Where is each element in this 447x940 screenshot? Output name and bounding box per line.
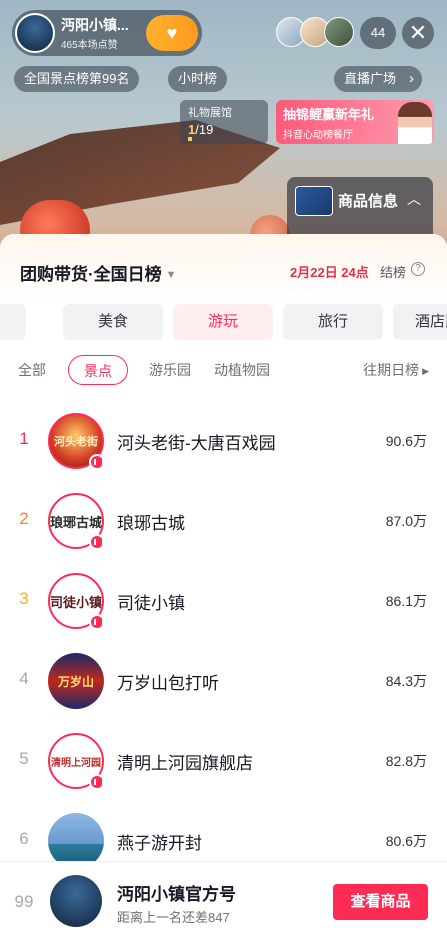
host-avatar[interactable] bbox=[15, 13, 55, 53]
item-name: 琅琊古城 bbox=[117, 514, 185, 533]
my-account-name: 沔阳小镇官方号 bbox=[117, 885, 236, 904]
avatar[interactable] bbox=[50, 875, 102, 927]
item-name: 司徒小镇 bbox=[117, 594, 185, 613]
close-icon: ✕ bbox=[408, 20, 428, 45]
host-likes: 465本场点赞 bbox=[61, 40, 118, 51]
list-item[interactable]: 2 琅琊古城 琅琊古城 87.0万 bbox=[0, 481, 447, 561]
sub-tab-zoo-botanical[interactable]: 动植物园 bbox=[214, 355, 270, 385]
sheet-header: 团购带货·全国日榜 ▼ 2月22日 24点 结榜 ? bbox=[0, 234, 447, 304]
live-indicator-icon bbox=[89, 774, 105, 790]
item-name: 燕子游开封 bbox=[117, 834, 202, 853]
list-item[interactable]: 3 司徒小镇 司徒小镇 86.1万 bbox=[0, 561, 447, 641]
tab-hotel[interactable]: 酒店民 bbox=[393, 304, 447, 340]
chevron-right-icon: › bbox=[409, 70, 415, 87]
logo-text: 河头老街 bbox=[54, 436, 98, 448]
host-text: 沔阳小镇... 465本场点赞 bbox=[61, 15, 149, 51]
viewer-avatars[interactable] bbox=[276, 17, 354, 49]
gift-hall-progress-bar bbox=[188, 137, 192, 141]
host-name: 沔阳小镇... bbox=[61, 17, 129, 33]
rank-number: 5 bbox=[19, 749, 29, 768]
live-indicator-icon bbox=[89, 534, 105, 550]
list-item[interactable]: 4 万岁山 万岁山包打听 84.3万 bbox=[0, 641, 447, 721]
item-amount: 86.1万 bbox=[385, 593, 427, 609]
tab-category[interactable]: 榜 bbox=[0, 304, 26, 340]
sub-tab-scenic[interactable]: 景点 bbox=[68, 355, 128, 385]
rank-number: 2 bbox=[19, 509, 29, 528]
item-amount: 90.6万 bbox=[385, 433, 427, 449]
logo-text: 司徒小镇 bbox=[50, 594, 103, 610]
rank-number: 6 bbox=[19, 829, 29, 848]
tab-play[interactable]: 游玩 bbox=[173, 304, 273, 340]
product-info-card[interactable]: 商品信息 ︿ bbox=[287, 177, 433, 237]
heart-plus-icon: ♥ bbox=[166, 23, 178, 43]
settle-label: 结榜 bbox=[380, 265, 407, 280]
gift-hall-progress: 1/19 bbox=[188, 122, 260, 137]
rank-number: 1 bbox=[19, 429, 29, 448]
sub-tab-amusement-park[interactable]: 游乐园 bbox=[149, 355, 191, 385]
triangle-right-icon: ▶ bbox=[422, 366, 429, 376]
ranking-date: 2月22日 24点 bbox=[290, 265, 369, 280]
gift-hall-total: /19 bbox=[195, 122, 214, 137]
promo-banner[interactable]: 抽锦鲤赢新年礼 抖音心动榜餐厅 bbox=[276, 100, 434, 144]
rank-number: 3 bbox=[19, 589, 29, 608]
close-button[interactable]: ✕ bbox=[402, 17, 434, 49]
ranking-selector[interactable]: 团购带货·全国日榜 ▼ bbox=[20, 260, 177, 285]
hourly-rank-tag[interactable]: 小时榜 bbox=[168, 66, 228, 92]
tab-food[interactable]: 美食 bbox=[63, 304, 163, 340]
caret-down-icon: ▼ bbox=[165, 269, 177, 281]
ranking-sheet: 团购带货·全国日榜▼ 2月22日 24点 结榜 ? 榜 美食 游玩 旅行 酒店民… bbox=[0, 234, 447, 940]
ranking-title: 团购带货·全国日榜 bbox=[20, 265, 162, 284]
product-thumbnail bbox=[295, 186, 333, 216]
gift-hall-card[interactable]: 礼物展馆 1/19 bbox=[180, 100, 268, 144]
category-tabs: 榜 美食 游玩 旅行 酒店民 bbox=[0, 304, 447, 342]
avatar[interactable] bbox=[324, 17, 354, 47]
my-rank-bar: 99 沔阳小镇官方号 距离上一名还差847 查看商品 bbox=[0, 861, 447, 940]
list-item[interactable]: 1 河头老街 河头老街-大唐百戏园 90.6万 bbox=[0, 401, 447, 481]
logo-text: 清明上河园 bbox=[51, 757, 101, 769]
logo-text: 万岁山 bbox=[57, 674, 94, 689]
live-indicator-icon bbox=[89, 454, 105, 470]
my-rank-number: 99 bbox=[14, 892, 34, 911]
product-info-title: 商品信息 bbox=[338, 193, 399, 210]
view-products-button[interactable]: 查看商品 bbox=[333, 884, 428, 920]
info-icon[interactable]: ? bbox=[411, 262, 425, 276]
tab-travel[interactable]: 旅行 bbox=[283, 304, 383, 340]
sub-category-tabs: 全部 景点 游乐园 动植物园 往期日榜 ▶ bbox=[0, 355, 447, 389]
chevron-up-icon: ︿ bbox=[407, 191, 421, 207]
viewer-count[interactable]: 44 bbox=[360, 17, 396, 49]
live-indicator-icon bbox=[89, 614, 105, 630]
item-amount: 82.8万 bbox=[385, 753, 427, 769]
item-amount: 80.6万 bbox=[385, 833, 427, 849]
list-item[interactable]: 5 清明上河园 清明上河园旗舰店 82.8万 bbox=[0, 721, 447, 801]
live-square-button[interactable]: 直播广场 › bbox=[334, 66, 423, 92]
item-amount: 84.3万 bbox=[385, 673, 427, 689]
avatar[interactable]: 万岁山 bbox=[48, 653, 104, 709]
host-info[interactable]: 沔阳小镇... 465本场点赞 ♥ bbox=[12, 10, 202, 56]
follow-button[interactable]: ♥ bbox=[146, 15, 198, 51]
past-rankings-label: 往期日榜 bbox=[363, 362, 420, 378]
promo-person-image bbox=[398, 102, 432, 144]
sub-tab-all[interactable]: 全部 bbox=[18, 355, 46, 385]
logo-text: 琅琊古城 bbox=[50, 514, 103, 530]
rank-tag[interactable]: 全国景点榜第99名 bbox=[14, 66, 140, 92]
item-name: 河头老街-大唐百戏园 bbox=[117, 434, 276, 453]
item-name: 清明上河园旗舰店 bbox=[117, 754, 253, 773]
live-square-label: 直播广场 bbox=[344, 71, 397, 86]
gift-hall-title: 礼物展馆 bbox=[188, 107, 232, 119]
rank-gap-text: 距离上一名还差847 bbox=[117, 910, 230, 925]
rank-number: 4 bbox=[19, 669, 29, 688]
past-rankings-link[interactable]: 往期日榜 ▶ bbox=[363, 355, 429, 386]
item-name: 万岁山包打听 bbox=[117, 674, 219, 693]
item-amount: 87.0万 bbox=[385, 513, 427, 529]
